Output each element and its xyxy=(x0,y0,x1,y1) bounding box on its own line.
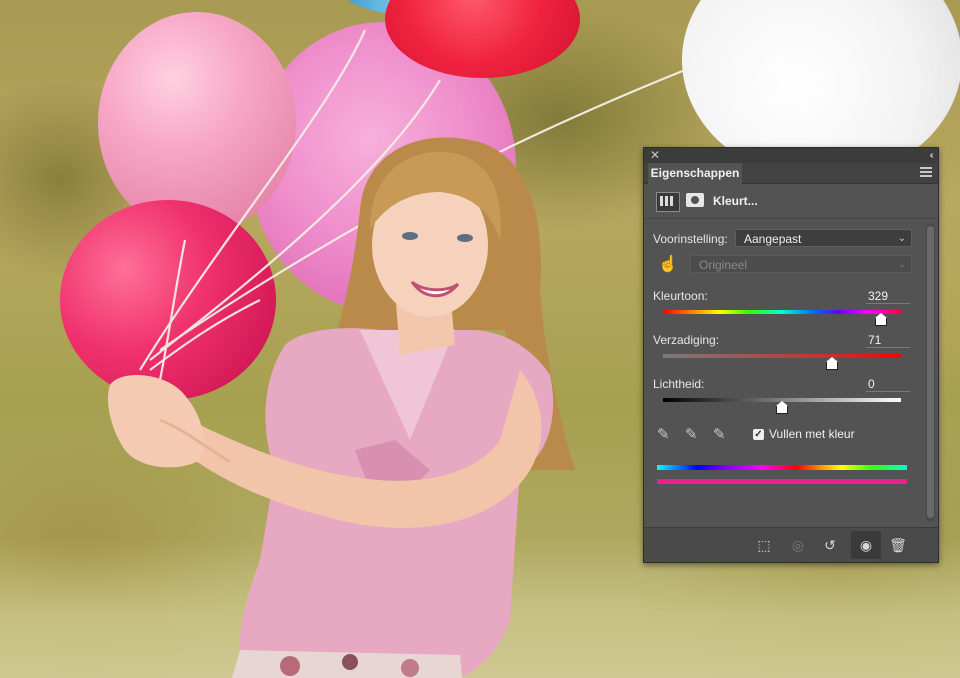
chevron-down-icon: ⌄ xyxy=(897,259,906,270)
colorize-checkbox[interactable]: ✓ xyxy=(753,429,764,440)
hue-value[interactable]: 329 xyxy=(866,289,910,304)
tab-eigenschappen[interactable]: Eigenschappen xyxy=(648,163,742,184)
hue-label: Kleurtoon: xyxy=(653,289,708,303)
input-color-bar xyxy=(657,465,907,470)
properties-panel: ✕ ‹‹ Eigenschappen Kleurt... Voorinstell… xyxy=(643,147,939,563)
channel-select[interactable]: Origineel ⌄ xyxy=(690,255,912,273)
adjustment-header: Kleurt... xyxy=(644,184,938,219)
eyedropper-minus-icon[interactable]: ✎ xyxy=(713,426,731,444)
hue-saturation-adjustment-icon[interactable] xyxy=(656,192,680,212)
trash-icon[interactable]: 🗑 xyxy=(888,536,908,554)
preset-label: Voorinstelling: xyxy=(653,232,728,246)
panel-scrollbar[interactable] xyxy=(926,224,935,522)
reset-icon[interactable]: ↺ xyxy=(820,536,840,554)
output-color-bar xyxy=(657,479,907,484)
chevron-down-icon: ⌄ xyxy=(897,233,906,244)
lightness-value[interactable]: 0 xyxy=(866,377,910,392)
hue-track[interactable] xyxy=(663,310,901,314)
on-image-adjustment-hand-icon[interactable]: ☝ xyxy=(658,256,678,274)
eyedropper-icon[interactable]: ✎ xyxy=(657,426,675,444)
close-icon[interactable]: ✕ xyxy=(650,148,660,163)
preset-value: Aangepast xyxy=(744,232,802,246)
collapse-icon[interactable]: ‹‹ xyxy=(929,148,933,163)
saturation-label: Verzadiging: xyxy=(653,333,720,347)
eyedropper-plus-icon[interactable]: ✎ xyxy=(685,426,703,444)
panel-footer: ⬚ ◎ ↺ ◉ 🗑 xyxy=(644,527,938,562)
visibility-eye-icon[interactable]: ◉ xyxy=(851,531,881,559)
clip-to-layer-icon[interactable]: ⬚ xyxy=(754,536,774,554)
lightness-label: Lichtheid: xyxy=(653,377,705,391)
saturation-track[interactable] xyxy=(663,354,901,358)
panel-menu-icon[interactable] xyxy=(920,167,932,179)
view-previous-state-icon[interactable]: ◎ xyxy=(788,536,808,554)
colorize-label: Vullen met kleur xyxy=(769,427,855,441)
panel-tab-bar: Eigenschappen xyxy=(644,163,938,184)
panel-title-bar[interactable]: ✕ ‹‹ xyxy=(644,148,938,163)
layer-mask-icon[interactable] xyxy=(686,193,704,207)
adjustment-title: Kleurt... xyxy=(713,194,758,208)
channel-value: Origineel xyxy=(699,258,748,272)
saturation-value[interactable]: 71 xyxy=(866,333,910,348)
preset-select[interactable]: Aangepast ⌄ xyxy=(735,229,912,247)
